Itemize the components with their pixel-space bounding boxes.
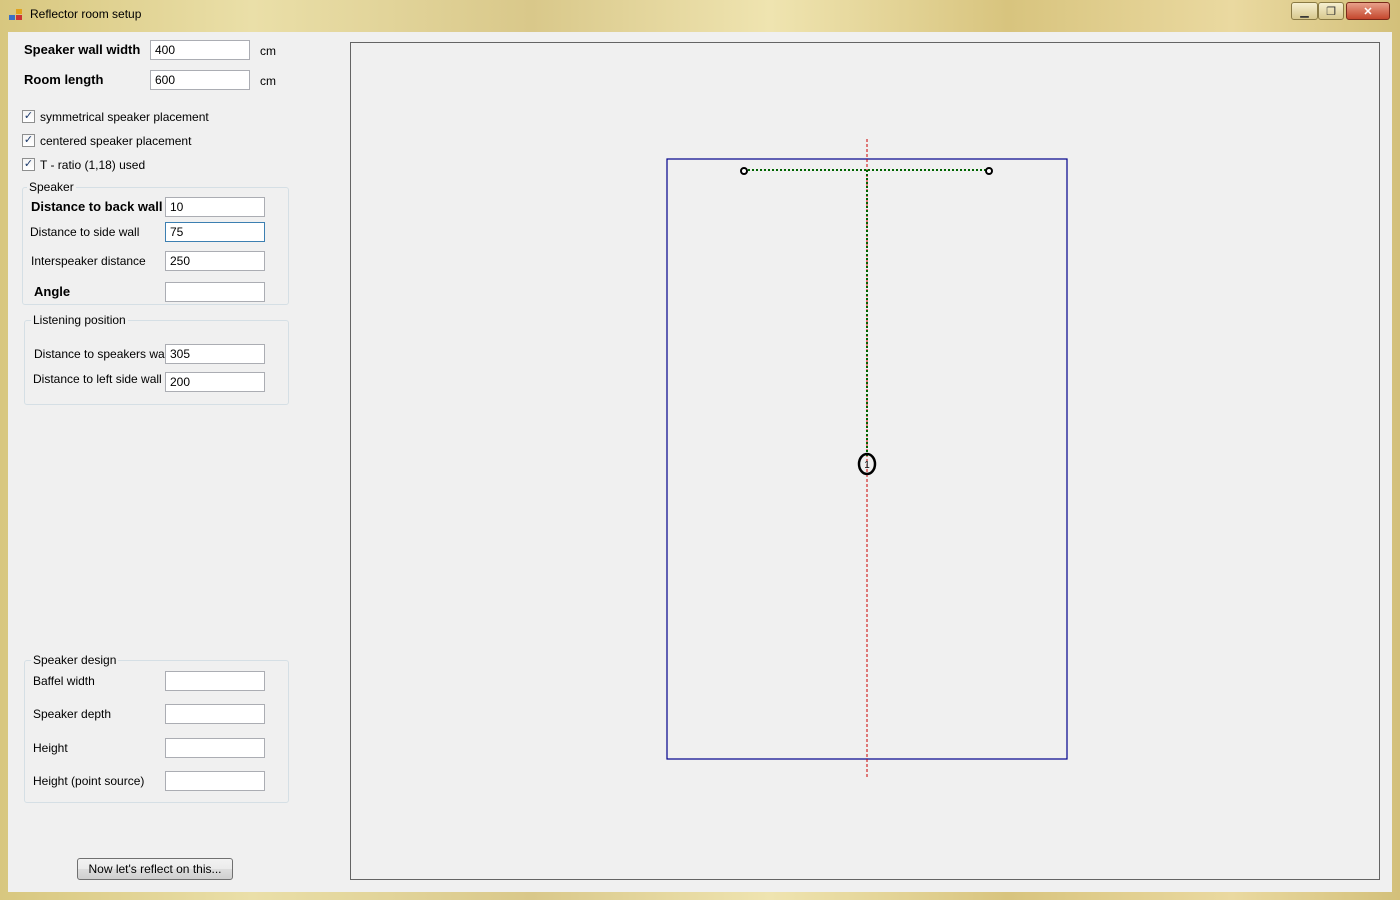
side-wall-input[interactable]: 75 [165,222,265,242]
minimize-button[interactable]: ▁ [1291,2,1318,20]
point-source-label: Height (point source) [33,774,145,788]
t-ratio-checkbox[interactable]: ✓ [22,158,35,171]
point-source-input[interactable] [165,771,265,791]
speaker-wall-width-label: Speaker wall width [24,42,141,57]
close-icon: ✕ [1363,5,1373,18]
height-label: Height [33,741,68,755]
speaker-wall-width-input[interactable]: 400 [150,40,250,60]
minimize-icon: ▁ [1300,5,1309,18]
client-area: Speaker wall width 400 cm Room length 60… [8,32,1392,892]
right-speaker-marker[interactable] [985,167,993,175]
speaker-depth-label: Speaker depth [33,707,112,721]
room-drawing-panel[interactable]: 1 [350,42,1380,880]
close-button[interactable]: ✕ [1346,2,1390,20]
interspeaker-input[interactable]: 250 [165,251,265,271]
centered-label[interactable]: centered speaker placement [40,134,191,148]
speaker-depth-input[interactable] [165,704,265,724]
t-ratio-label[interactable]: T - ratio (1,18) used [40,158,145,172]
height-input[interactable] [165,738,265,758]
room-length-unit: cm [260,74,276,88]
baffle-width-label: Baffel width [33,674,95,688]
speaker-design-group-title: Speaker design [31,653,119,667]
app-icon [9,9,23,21]
checkmark-icon: ✓ [23,134,34,146]
symmetrical-checkbox[interactable]: ✓ [22,110,35,123]
speakers-wall-label: Distance to speakers wall [34,347,171,361]
reflect-button[interactable]: Now let's reflect on this... [77,858,233,880]
speaker-group-title: Speaker [27,180,76,194]
angle-input[interactable] [165,282,265,302]
maximize-button[interactable]: ❐ [1318,2,1344,20]
centered-checkbox[interactable]: ✓ [22,134,35,147]
room-diagram: 1 [666,139,1068,779]
interspeaker-label: Interspeaker distance [31,254,146,268]
listening-group-title: Listening position [31,313,128,327]
title-bar[interactable]: Reflector room setup ▁ ❐ ✕ [0,0,1400,32]
window-title: Reflector room setup [30,7,142,21]
side-wall-label: Distance to side wall [30,225,140,239]
listener-position-label: 1 [864,460,870,471]
symmetrical-label[interactable]: symmetrical speaker placement [40,110,209,124]
back-wall-input[interactable]: 10 [165,197,265,217]
room-length-label: Room length [24,72,104,87]
window-frame: Reflector room setup ▁ ❐ ✕ Speaker wall … [0,0,1400,900]
angle-label: Angle [34,284,71,299]
room-length-input[interactable]: 600 [150,70,250,90]
back-wall-label: Distance to back wall [31,199,163,214]
restore-icon: ❐ [1326,5,1336,18]
baffle-width-input[interactable] [165,671,265,691]
speakers-wall-input[interactable]: 305 [165,344,265,364]
speaker-wall-width-unit: cm [260,44,276,58]
checkmark-icon: ✓ [23,158,34,170]
left-speaker-marker[interactable] [740,167,748,175]
checkmark-icon: ✓ [23,110,34,122]
left-wall-input[interactable]: 200 [165,372,265,392]
left-wall-label: Distance to left side wall [33,372,162,386]
